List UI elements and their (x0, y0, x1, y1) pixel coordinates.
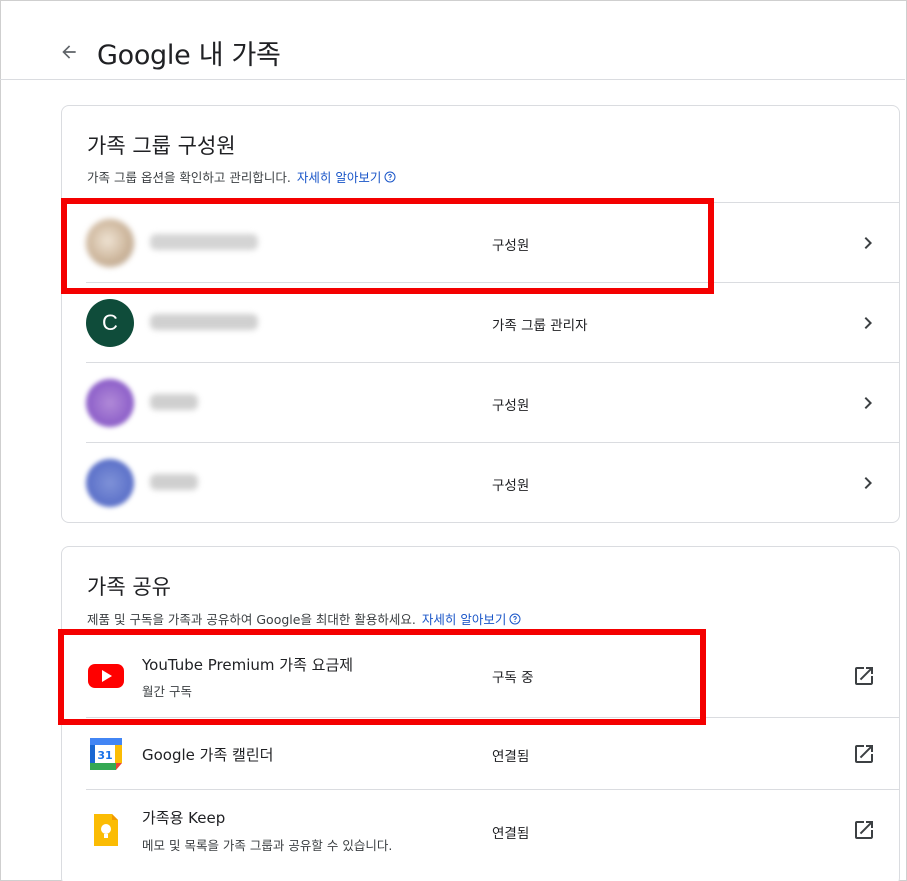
member-name-blurred (150, 234, 258, 250)
member-role: 구성원 (492, 398, 530, 414)
service-status: 구독 중 (492, 670, 534, 686)
member-role: 가족 그룹 관리자 (492, 318, 588, 334)
help-circle-icon (509, 613, 521, 624)
service-row-youtube[interactable]: YouTube Premium 가족 요금제 월간 구독 구독 중 (86, 635, 899, 717)
page-header: Google 내 가족 (0, 0, 905, 80)
service-row-calendar[interactable]: 31 Google 가족 캘린더 연결됨 (86, 717, 899, 789)
service-status: 연결됨 (492, 826, 530, 842)
members-learn-more-link[interactable]: 자세히 알아보기 (297, 167, 396, 186)
member-avatar (86, 219, 134, 267)
family-sharing-card: 가족 공유 제품 및 구독을 가족과 공유하여 Google을 최대한 활용하세… (61, 546, 900, 881)
member-role: 구성원 (492, 238, 530, 254)
open-in-new-icon[interactable] (852, 742, 876, 766)
keep-icon (94, 814, 118, 846)
members-card-subtitle: 가족 그룹 옵션을 확인하고 관리합니다. 자세히 알아보기 (87, 167, 396, 186)
open-in-new-icon[interactable] (852, 818, 876, 842)
sharing-card-subtitle: 제품 및 구독을 가족과 공유하여 Google을 최대한 활용하세요. 자세히… (87, 609, 521, 628)
chevron-right-icon (864, 397, 872, 409)
service-row-keep[interactable]: 가족용 Keep 메모 및 목록을 가족 그룹과 공유할 수 있습니다. 연결됨 (86, 789, 899, 873)
member-name-blurred (150, 314, 258, 330)
chevron-right-icon (864, 317, 872, 329)
family-members-card: 가족 그룹 구성원 가족 그룹 옵션을 확인하고 관리합니다. 자세히 알아보기… (61, 105, 900, 523)
sharing-card-title: 가족 공유 (87, 575, 171, 599)
service-name: YouTube Premium 가족 요금제 (142, 656, 354, 674)
calendar-day: 31 (97, 749, 112, 762)
service-status: 연결됨 (492, 749, 530, 765)
member-avatar (86, 459, 134, 507)
page-title: Google 내 가족 (97, 40, 281, 71)
sharing-learn-more-label: 자세히 알아보기 (421, 612, 507, 627)
chevron-right-icon (864, 237, 872, 249)
youtube-icon (88, 664, 124, 688)
members-card-title: 가족 그룹 구성원 (87, 134, 236, 158)
member-avatar: C (86, 299, 134, 347)
chevron-right-icon (864, 477, 872, 489)
open-in-new-icon[interactable] (852, 664, 876, 688)
members-subtitle-text: 가족 그룹 옵션을 확인하고 관리합니다. (87, 170, 291, 185)
service-name: 가족용 Keep (142, 809, 226, 827)
member-row[interactable]: 구성원 (86, 202, 899, 282)
member-role: 구성원 (492, 478, 530, 494)
member-name-blurred (150, 474, 198, 490)
sharing-subtitle-text: 제품 및 구독을 가족과 공유하여 Google을 최대한 활용하세요. (87, 612, 416, 627)
member-name-blurred (150, 394, 198, 410)
members-learn-more-label: 자세히 알아보기 (296, 170, 382, 185)
service-subtitle: 월간 구독 (142, 684, 192, 699)
back-button[interactable] (57, 40, 81, 64)
help-circle-icon (384, 171, 396, 182)
arrow-back-icon (62, 45, 76, 59)
service-subtitle: 메모 및 목록을 가족 그룹과 공유할 수 있습니다. (142, 838, 393, 853)
member-row[interactable]: 구성원 (86, 442, 899, 522)
member-row[interactable]: 구성원 (86, 362, 899, 442)
member-row[interactable]: C 가족 그룹 관리자 (86, 282, 899, 362)
sharing-learn-more-link[interactable]: 자세히 알아보기 (422, 609, 521, 628)
member-avatar (86, 379, 134, 427)
service-name: Google 가족 캘린더 (142, 746, 274, 764)
calendar-icon: 31 (90, 738, 122, 770)
